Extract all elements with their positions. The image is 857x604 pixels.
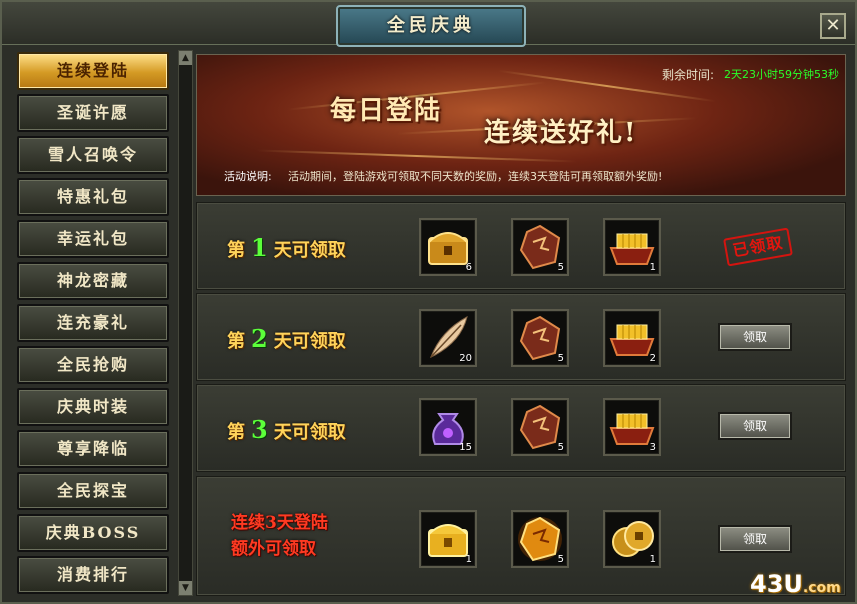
sidebar-item-recharge-gift[interactable]: 连充豪礼: [17, 304, 169, 342]
sidebar-item-vip-arrival[interactable]: 尊享降临: [17, 430, 169, 468]
reward-slot[interactable]: 3: [603, 398, 661, 456]
day-title: 第 3 天可领取: [227, 415, 346, 444]
sidebar-item-christmas-wish[interactable]: 圣诞许愿: [17, 94, 169, 132]
title-plaque: 全民庆典: [336, 5, 526, 47]
sidebar-item-spending-rank[interactable]: 消费排行: [17, 556, 169, 594]
item-count: 5: [557, 554, 564, 565]
day-number: 2: [251, 324, 268, 353]
reward-slot[interactable]: 5: [511, 218, 569, 276]
item-count: 2: [649, 353, 656, 364]
title-bar: 全民庆典 ✕: [2, 2, 855, 47]
reward-slot[interactable]: 2: [603, 309, 661, 367]
reward-row-day-3: 第 3 天可领取 15 5 3 领取: [196, 384, 846, 472]
sidebar-item-boss[interactable]: 庆典BOSS: [17, 514, 169, 552]
sidebar-item-flash-sale[interactable]: 全民抢购: [17, 346, 169, 384]
reward-slot[interactable]: 20: [419, 309, 477, 367]
reward-slot[interactable]: 15: [419, 398, 477, 456]
item-count: 1: [649, 554, 656, 565]
sidebar-nav: 连续登陆 圣诞许愿 雪人召唤令 特惠礼包 幸运礼包 神龙密藏 连充豪礼 全民抢购…: [14, 48, 174, 596]
reward-slot[interactable]: 5: [511, 398, 569, 456]
item-count: 6: [465, 262, 472, 273]
window-title: 全民庆典: [387, 15, 475, 36]
reward-slot[interactable]: 5: [511, 309, 569, 367]
item-count: 5: [557, 262, 564, 273]
sidebar-item-fashion[interactable]: 庆典时装: [17, 388, 169, 426]
sidebar-item-snowman-summon[interactable]: 雪人召唤令: [17, 136, 169, 174]
bonus-title-line-1: 连续3天登陆: [231, 513, 328, 533]
reward-slot[interactable]: 1: [603, 218, 661, 276]
site-watermark: 43U.com: [750, 570, 841, 598]
item-count: 5: [557, 442, 564, 453]
reward-slot[interactable]: 5: [511, 510, 569, 568]
item-count: 15: [459, 442, 472, 453]
event-description-label: 活动说明:: [224, 170, 272, 183]
sidebar-item-treasure-hunt[interactable]: 全民探宝: [17, 472, 169, 510]
reward-row-day-1: 第 1 天可领取 6 5 1 已领取: [196, 202, 846, 290]
sidebar-item-special-pack[interactable]: 特惠礼包: [17, 178, 169, 216]
banner-headline-gifts: 连续送好礼!: [484, 118, 638, 148]
event-description-text: 活动期间，登陆游戏可领取不同天数的奖励，连续3天登陆可再领取额外奖励!: [288, 170, 663, 183]
bonus-title: 连续3天登陆 额外可领取: [231, 510, 328, 562]
sidebar-item-lucky-pack[interactable]: 幸运礼包: [17, 220, 169, 258]
reward-slot[interactable]: 6: [419, 218, 477, 276]
sidebar-item-dragon-treasure[interactable]: 神龙密藏: [17, 262, 169, 300]
reward-slot[interactable]: 1: [419, 510, 477, 568]
scroll-down-icon[interactable]: ▼: [179, 581, 192, 595]
claim-button-bonus[interactable]: 领取: [718, 525, 792, 553]
scroll-up-icon[interactable]: ▲: [179, 51, 192, 65]
banner-headline-daily-login: 每日登陆: [330, 96, 443, 126]
bonus-reward-row: 连续3天登陆 额外可领取 1 5 1 领取: [196, 476, 846, 596]
sidebar-item-consecutive-login[interactable]: 连续登陆: [17, 52, 169, 90]
day-title: 第 1 天可领取: [227, 233, 346, 262]
item-count: 1: [465, 554, 472, 565]
remaining-time-label: 剩余时间:: [662, 68, 715, 82]
item-count: 20: [459, 353, 472, 364]
claim-button-day-2[interactable]: 领取: [718, 323, 792, 351]
reward-row-day-2: 第 2 天可领取 20 5 2 领取: [196, 293, 846, 381]
item-count: 5: [557, 353, 564, 364]
day-number: 1: [251, 233, 268, 262]
day-number: 3: [251, 415, 268, 444]
remaining-time-value: 2天23小时59分钟53秒: [724, 68, 839, 81]
claimed-stamp: 已领取: [723, 227, 793, 267]
item-count: 1: [649, 262, 656, 273]
close-button[interactable]: ✕: [820, 13, 846, 39]
day-title: 第 2 天可领取: [227, 324, 346, 353]
bonus-title-line-2: 额外可领取: [231, 539, 316, 559]
close-icon: ✕: [825, 15, 841, 36]
reward-slot[interactable]: 1: [603, 510, 661, 568]
item-count: 3: [649, 442, 656, 453]
claim-button-day-3[interactable]: 领取: [718, 412, 792, 440]
sidebar-scrollbar[interactable]: ▲ ▼: [178, 50, 193, 596]
event-window: 全民庆典 ✕ 连续登陆 圣诞许愿 雪人召唤令 特惠礼包 幸运礼包 神龙密藏 连充…: [0, 0, 857, 604]
light-streak: [257, 149, 577, 163]
